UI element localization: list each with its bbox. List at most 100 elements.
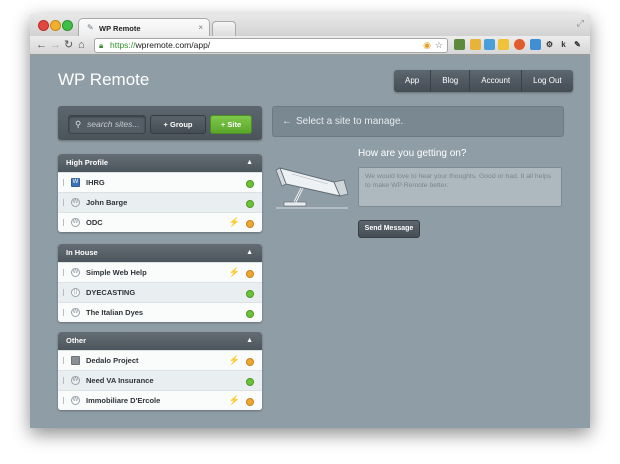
site-group: In House ▲ W Simple Web Help ⚡ () DYECAS… (58, 244, 262, 322)
group-name: Other (66, 336, 87, 345)
collapse-caret-icon[interactable]: ▲ (246, 244, 253, 262)
search-panel: ⚲ search sites... + Group + Site (58, 106, 262, 140)
close-window-button[interactable] (38, 20, 49, 31)
dyecasting-logo-icon: () (71, 288, 80, 297)
group-name: In House (66, 248, 98, 257)
url-https: https:// (110, 40, 136, 50)
site-row[interactable]: W Need VA Insurance (58, 370, 262, 390)
extension-icon[interactable]: k (558, 39, 569, 50)
site-row[interactable]: Dedalo Project ⚡ (58, 350, 262, 370)
extension-icon[interactable] (454, 39, 465, 50)
plugin-update-icon[interactable]: ⚡ (229, 391, 240, 410)
zoom-window-button[interactable] (62, 20, 73, 31)
nav-log-out[interactable]: Log Out (522, 70, 572, 92)
feedback-title: How are you getting on? (358, 148, 467, 159)
site-group: High Profile ▲ W IHRG W John Barge W ODC… (58, 154, 262, 232)
site-row[interactable]: W IHRG (58, 172, 262, 192)
site-name: Simple Web Help (86, 268, 147, 277)
minimize-window-button[interactable] (50, 20, 61, 31)
site-row[interactable]: W John Barge (58, 192, 262, 212)
security-camera-illustration-icon (275, 167, 349, 209)
drag-handle-icon[interactable] (63, 309, 64, 316)
status-dot-green-icon (246, 378, 254, 386)
extension-icon[interactable] (470, 39, 481, 50)
wordpress-icon: W (71, 268, 80, 277)
browser-toolbar: ← → ↻ ⌂ 🔒︎ https://wpremote.com/app/ ◉ ☆… (30, 36, 590, 55)
site-group: Other ▲ Dedalo Project ⚡ W Need VA Insur… (58, 332, 262, 410)
browser-tab[interactable]: ✎ WP Remote × (78, 18, 210, 37)
group-header[interactable]: In House ▲ (58, 244, 262, 262)
tab-close-icon[interactable]: × (198, 23, 203, 32)
new-tab-button[interactable] (212, 21, 236, 36)
browser-titlebar: ✎ WP Remote × ⤢ (30, 14, 590, 37)
wordpress-icon: W (71, 308, 80, 317)
forward-arrow-icon[interactable]: → (50, 38, 61, 52)
tab-title: WP Remote (99, 24, 141, 33)
extension-icon[interactable] (484, 39, 495, 50)
wordpress-icon: W (71, 218, 80, 227)
plugin-update-icon[interactable]: ⚡ (229, 263, 240, 282)
app-title: WP Remote (58, 70, 150, 89)
plugin-update-icon[interactable]: ⚡ (229, 351, 240, 370)
status-dot-green-icon (246, 200, 254, 208)
wordpress-icon: W (71, 376, 80, 385)
bookmark-star-icon[interactable]: ☆ (435, 39, 443, 52)
browser-window: ✎ WP Remote × ⤢ ← → ↻ ⌂ 🔒︎ https://wprem… (30, 14, 590, 428)
address-bar[interactable]: 🔒︎ https://wpremote.com/app/ ◉ ☆ (94, 38, 448, 53)
site-name: Need VA Insurance (86, 376, 154, 385)
site-row[interactable]: W Simple Web Help ⚡ (58, 262, 262, 282)
status-dot-green-icon (246, 290, 254, 298)
back-arrow-icon[interactable]: ← (36, 38, 47, 52)
feedback-textarea[interactable]: We would love to hear your thoughts. Goo… (358, 167, 562, 207)
group-header[interactable]: High Profile ▲ (58, 154, 262, 172)
site-name: The Italian Dyes (86, 308, 144, 317)
wrench-icon[interactable]: ✎ (572, 39, 583, 50)
drag-handle-icon[interactable] (63, 199, 64, 206)
add-site-button[interactable]: + Site (210, 115, 252, 134)
drag-handle-icon[interactable] (63, 377, 64, 384)
search-input[interactable]: ⚲ search sites... (68, 115, 146, 134)
drag-handle-icon[interactable] (63, 179, 64, 186)
site-name: DYECASTING (86, 288, 136, 297)
extension-icon[interactable] (498, 39, 509, 50)
add-group-button[interactable]: + Group (150, 115, 206, 134)
drag-handle-icon[interactable] (63, 357, 64, 364)
status-dot-orange-icon (246, 398, 254, 406)
dedalo-logo-icon (71, 356, 80, 365)
drag-handle-icon[interactable] (63, 289, 64, 296)
send-message-button[interactable]: Send Message (358, 220, 420, 238)
site-name: John Barge (86, 198, 128, 207)
nav-account[interactable]: Account (470, 70, 523, 92)
site-row[interactable]: W The Italian Dyes (58, 302, 262, 322)
site-row[interactable]: W ODC ⚡ (58, 212, 262, 232)
collapse-caret-icon[interactable]: ▲ (246, 154, 253, 172)
select-site-banner: ← Select a site to manage. (272, 106, 564, 137)
group-header[interactable]: Other ▲ (58, 332, 262, 350)
ihrg-logo-icon: W (71, 178, 80, 187)
status-dot-green-icon (246, 180, 254, 188)
shield-icon[interactable]: ◉ (423, 39, 431, 52)
site-row[interactable]: W Immobiliare D'Ercole ⚡ (58, 390, 262, 410)
plugin-update-icon[interactable]: ⚡ (229, 213, 240, 232)
status-dot-orange-icon (246, 220, 254, 228)
select-site-message: Select a site to manage. (296, 116, 404, 127)
collapse-caret-icon[interactable]: ▲ (246, 332, 253, 350)
drag-handle-icon[interactable] (63, 219, 64, 226)
nav-blog[interactable]: Blog (431, 70, 471, 92)
nav-app[interactable]: App (394, 70, 432, 92)
extension-icon[interactable]: ⚙ (544, 39, 555, 50)
top-navigation: App Blog Account Log Out (394, 70, 573, 92)
site-name: Dedalo Project (86, 356, 139, 365)
extension-icon[interactable] (514, 39, 525, 50)
drag-handle-icon[interactable] (63, 397, 64, 404)
fullscreen-icon[interactable]: ⤢ (577, 18, 584, 29)
lock-icon: 🔒︎ (99, 41, 104, 50)
site-name: Immobiliare D'Ercole (86, 396, 161, 405)
reload-icon[interactable]: ↻ (64, 38, 73, 52)
drag-handle-icon[interactable] (63, 269, 64, 276)
wp-remote-favicon-icon: ✎ (87, 23, 94, 32)
home-icon[interactable]: ⌂ (78, 38, 85, 52)
extension-icon[interactable] (530, 39, 541, 50)
site-row[interactable]: () DYECASTING (58, 282, 262, 302)
url-path: wpremote.com/app/ (135, 40, 211, 50)
